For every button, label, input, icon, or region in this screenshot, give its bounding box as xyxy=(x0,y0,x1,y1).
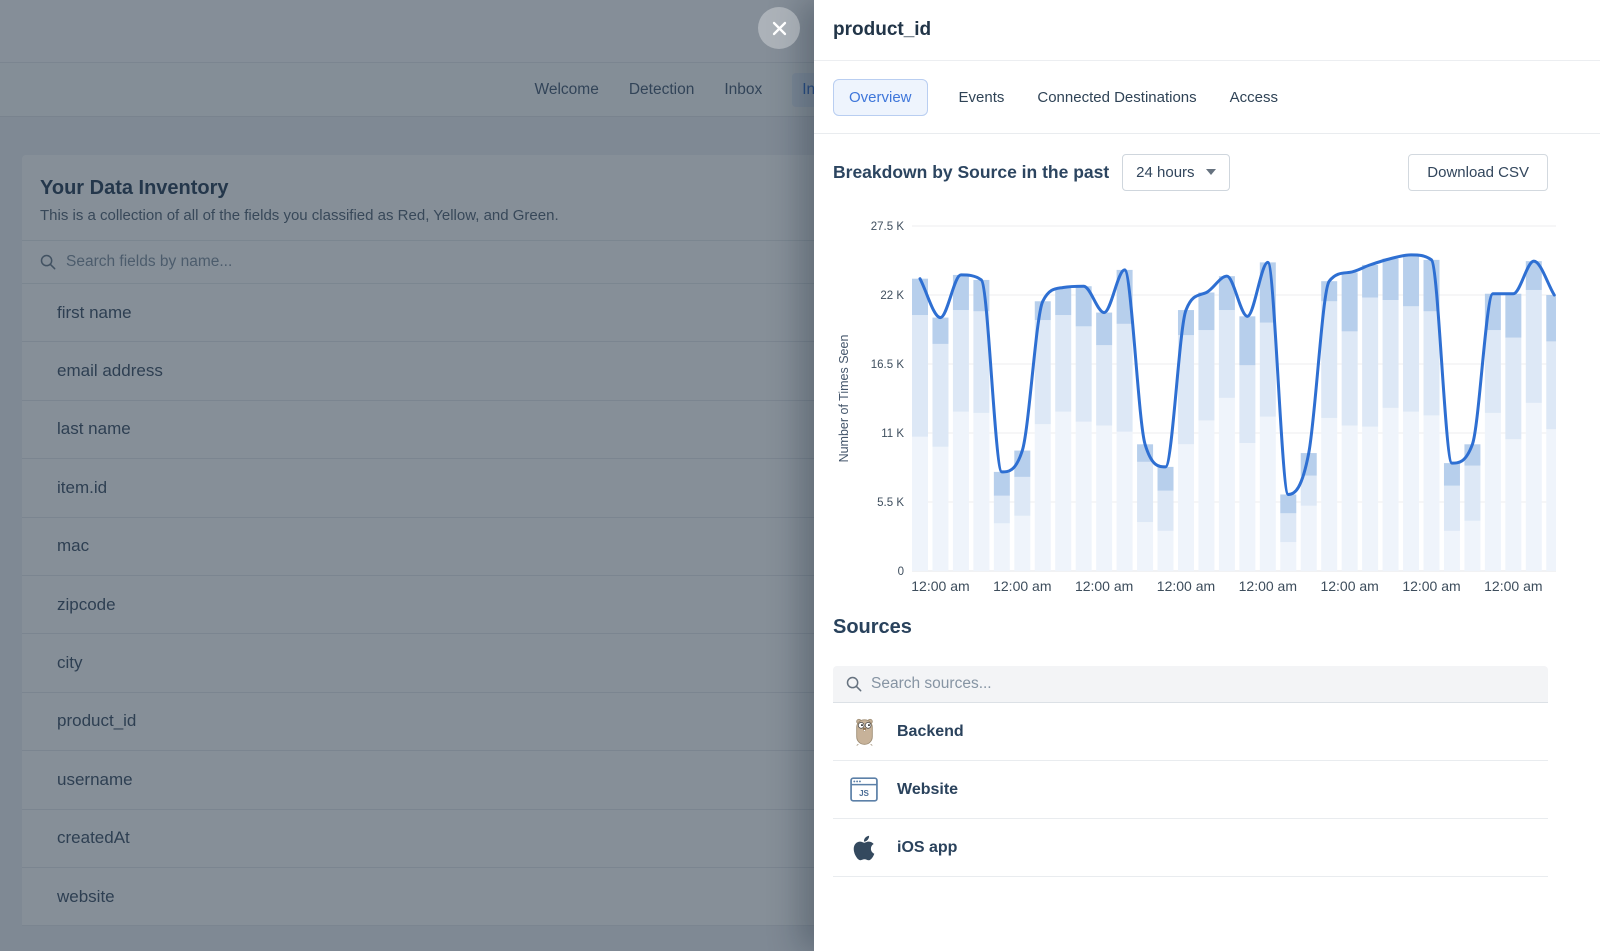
close-button[interactable] xyxy=(758,7,800,49)
sources-heading: Sources xyxy=(833,616,912,639)
browser-js-icon: JS xyxy=(850,777,878,802)
y-tick-label: 11 K xyxy=(881,428,904,440)
x-tick-label: 12:00 am xyxy=(1484,578,1542,594)
y-tick-label: 16.5 K xyxy=(871,359,905,371)
chevron-down-icon xyxy=(1206,169,1216,175)
drawer-tab-bar: Overview Events Connected Destinations Acce… xyxy=(814,62,1600,134)
x-tick-label: 12:00 am xyxy=(1075,578,1133,594)
drawer-header: product_id xyxy=(814,0,1600,61)
download-csv-button[interactable]: Download CSV xyxy=(1408,154,1548,191)
x-tick-label: 12:00 am xyxy=(1239,578,1297,594)
x-tick-label: 12:00 am xyxy=(993,578,1051,594)
source-row-website[interactable]: JS Website xyxy=(833,761,1548,819)
source-label: Backend xyxy=(897,723,964,741)
tab-overview[interactable]: Overview xyxy=(833,79,928,116)
apple-icon xyxy=(850,834,878,862)
y-tick-label: 22 K xyxy=(880,290,904,302)
tab-events[interactable]: Events xyxy=(957,80,1007,115)
svg-text:JS: JS xyxy=(859,789,869,798)
time-range-value: 24 hours xyxy=(1136,164,1194,181)
x-tick-label: 12:00 am xyxy=(911,578,969,594)
source-label: iOS app xyxy=(897,839,957,857)
tab-access[interactable]: Access xyxy=(1228,80,1280,115)
source-row-ios-app[interactable]: iOS app xyxy=(833,819,1548,877)
source-label: Website xyxy=(897,781,958,799)
gopher-icon xyxy=(850,717,878,746)
y-tick-label: 27.5 K xyxy=(871,221,905,233)
field-detail-drawer: product_id Overview Events Connected Desti… xyxy=(814,0,1600,951)
breakdown-header-row: Breakdown by Source in the past 24 hours… xyxy=(833,152,1548,192)
source-rows: Backend JS Website iOS app xyxy=(833,703,1548,877)
sources-search-bar[interactable] xyxy=(833,666,1548,703)
y-axis-title: Number of Times Seen xyxy=(837,335,851,463)
y-tick-label: 5.5 K xyxy=(877,497,904,509)
x-tick-label: 12:00 am xyxy=(1402,578,1460,594)
time-range-dropdown[interactable]: 24 hours xyxy=(1122,154,1229,191)
source-row-backend[interactable]: Backend xyxy=(833,703,1548,761)
drawer-title: product_id xyxy=(833,19,931,41)
close-icon xyxy=(771,20,788,37)
breakdown-heading: Breakdown by Source in the past xyxy=(833,162,1109,183)
tab-connected-destinations[interactable]: Connected Destinations xyxy=(1035,80,1198,115)
source-list: Backend JS Website iOS app xyxy=(833,666,1548,877)
x-tick-label: 12:00 am xyxy=(1320,578,1378,594)
y-tick-label: 0 xyxy=(898,566,904,578)
x-tick-label: 12:00 am xyxy=(1157,578,1215,594)
breakdown-chart: 0 5.5 K 11 K 16.5 K 22 K 27.5 K Number of Time… xyxy=(814,195,1600,615)
search-icon xyxy=(846,676,862,692)
sources-search-input[interactable] xyxy=(871,675,1535,693)
